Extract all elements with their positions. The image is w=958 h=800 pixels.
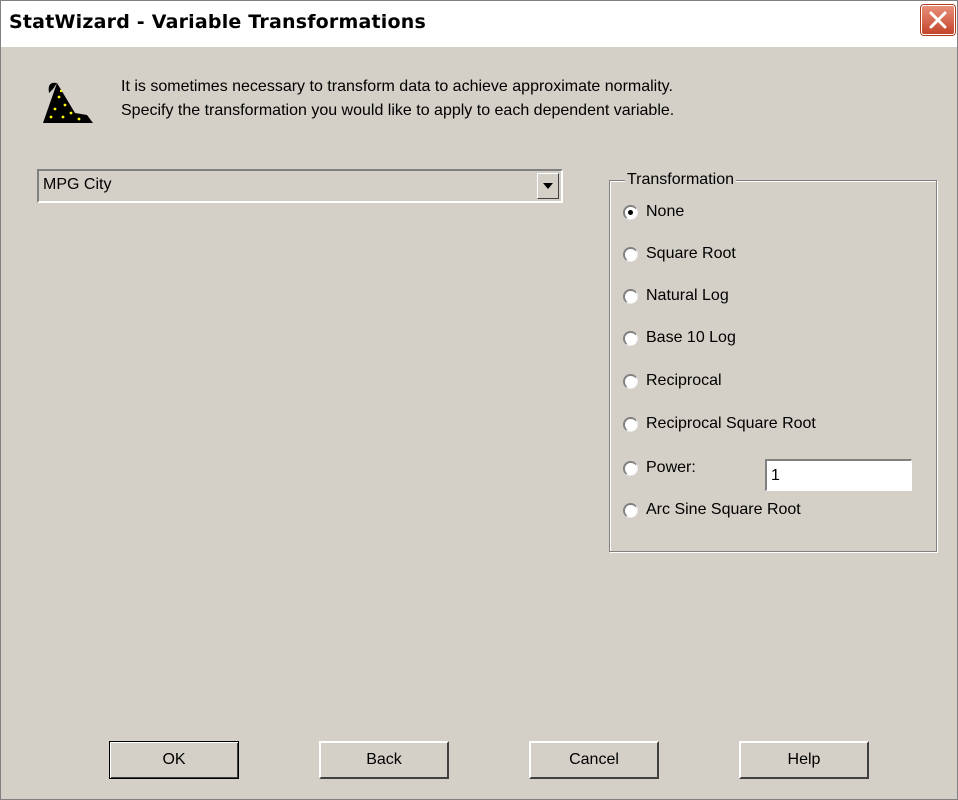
ok-button[interactable]: OK: [109, 741, 239, 779]
wizard-hat-icon: [43, 82, 93, 123]
variable-dropdown-value: MPG City: [43, 176, 112, 193]
radio-label: Arc Sine Square Root: [646, 501, 801, 518]
help-button[interactable]: Help: [739, 741, 869, 779]
dropdown-button[interactable]: [537, 173, 559, 199]
radio-selected-dot: [628, 210, 633, 215]
radio-label: Reciprocal Square Root: [646, 415, 816, 432]
radio-label: Base 10 Log: [646, 329, 736, 346]
title-bar[interactable]: StatWizard - Variable Transformations: [1, 1, 957, 47]
transformation-group-label: Transformation: [625, 171, 736, 189]
radio-circle[interactable]: [623, 289, 638, 304]
cancel-button[interactable]: Cancel: [529, 741, 659, 779]
radio-circle[interactable]: [623, 247, 638, 262]
radio-circle[interactable]: [623, 461, 638, 476]
transformation-group: [609, 180, 937, 552]
window-title: StatWizard - Variable Transformations: [9, 11, 427, 33]
radio-circle[interactable]: [623, 503, 638, 518]
radio-label: Square Root: [646, 245, 736, 262]
radio-circle[interactable]: [623, 374, 638, 389]
dialog-body: It is sometimes necessary to transform d…: [1, 47, 957, 799]
radio-label: Reciprocal: [646, 372, 722, 389]
back-button[interactable]: Back: [319, 741, 449, 779]
radio-circle[interactable]: [623, 331, 638, 346]
variable-dropdown[interactable]: MPG City: [37, 169, 563, 203]
dialog-window: StatWizard - Variable Transformations It…: [0, 0, 958, 800]
radio-label: Power:: [646, 459, 696, 476]
power-value-input[interactable]: [765, 459, 912, 491]
radio-label: Natural Log: [646, 287, 729, 304]
close-icon: [929, 11, 947, 29]
radio-label: None: [646, 203, 685, 220]
chevron-down-icon: [543, 183, 553, 189]
radio-circle[interactable]: [623, 205, 638, 220]
intro-line-1: It is sometimes necessary to transform d…: [121, 78, 673, 95]
radio-circle[interactable]: [623, 417, 638, 432]
intro-text: It is sometimes necessary to transform d…: [121, 75, 674, 123]
close-button[interactable]: [921, 5, 955, 35]
intro-line-2: Specify the transformation you would lik…: [121, 102, 675, 119]
